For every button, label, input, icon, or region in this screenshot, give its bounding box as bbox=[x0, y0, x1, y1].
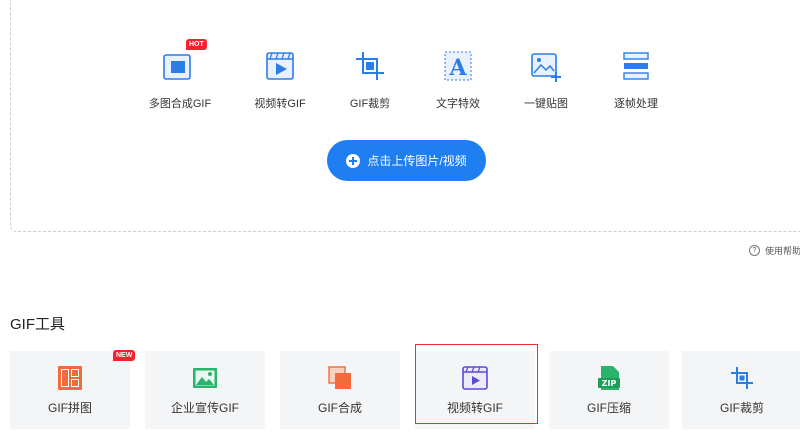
text-effect-icon: A bbox=[438, 46, 478, 86]
feature-frame-by-frame[interactable]: 逐帧处理 bbox=[596, 46, 676, 111]
tool-card-video-to-gif[interactable]: 视频转GIF bbox=[415, 351, 535, 429]
upload-button-label: 点击上传图片/视频 bbox=[367, 154, 467, 168]
feature-multi-image-gif[interactable]: HOT 多图合成GIF bbox=[140, 39, 220, 111]
tool-card-label: 视频转GIF bbox=[447, 401, 503, 415]
tool-card-gif-collage[interactable]: GIF拼图 bbox=[10, 351, 130, 429]
crop-icon bbox=[350, 46, 390, 86]
feature-text-effect[interactable]: A 文字特效 bbox=[418, 46, 498, 111]
layers-merge-icon bbox=[326, 364, 354, 392]
crop-icon bbox=[728, 364, 756, 392]
tool-card-label: GIF裁剪 bbox=[720, 401, 764, 415]
video-to-gif-icon bbox=[461, 364, 489, 392]
feature-label: 多图合成GIF bbox=[148, 98, 212, 110]
landscape-image-icon bbox=[191, 364, 219, 392]
feature-label: 逐帧处理 bbox=[614, 98, 658, 110]
section-title: GIF工具 bbox=[10, 316, 65, 333]
sticker-icon bbox=[526, 46, 566, 86]
zip-file-icon: ZIP bbox=[595, 364, 623, 392]
tool-card-gif-compress[interactable]: ZIP GIF压缩 bbox=[549, 351, 669, 429]
hot-badge: HOT bbox=[186, 39, 207, 50]
upload-button[interactable]: 点击上传图片/视频 bbox=[327, 140, 486, 181]
tool-card-label: GIF合成 bbox=[318, 401, 362, 415]
tool-card-label: GIF拼图 bbox=[48, 401, 92, 415]
tool-card-label: 企业宣传GIF bbox=[171, 401, 239, 415]
upload-zone[interactable] bbox=[10, 0, 800, 232]
tool-card-label: GIF压缩 bbox=[587, 401, 631, 415]
new-badge: NEW bbox=[113, 350, 136, 361]
feature-label: 视频转GIF bbox=[254, 98, 306, 110]
help-label: 使用帮助 bbox=[765, 246, 800, 256]
plus-circle-icon bbox=[346, 153, 361, 168]
help-link[interactable]: ? 使用帮助 bbox=[749, 244, 800, 257]
question-circle-icon: ? bbox=[749, 245, 760, 256]
feature-label: 文字特效 bbox=[436, 98, 480, 110]
feature-label: GIF裁剪 bbox=[349, 98, 391, 110]
feature-label: 一键贴图 bbox=[524, 98, 568, 110]
feature-gif-crop[interactable]: GIF裁剪 bbox=[330, 46, 410, 111]
feature-video-to-gif[interactable]: 视频转GIF bbox=[240, 46, 320, 111]
frame-by-frame-icon bbox=[616, 46, 656, 86]
video-to-gif-icon bbox=[260, 46, 300, 86]
tool-card-corporate-gif[interactable]: 企业宣传GIF bbox=[145, 351, 265, 429]
feature-one-click-sticker[interactable]: 一键贴图 bbox=[506, 46, 586, 111]
grid-collage-icon bbox=[56, 364, 84, 392]
svg-text:A: A bbox=[448, 55, 467, 81]
multi-image-merge-icon: HOT bbox=[160, 39, 207, 86]
tool-card-gif-merge[interactable]: GIF合成 bbox=[280, 351, 400, 429]
svg-text:ZIP: ZIP bbox=[602, 379, 617, 388]
tool-card-gif-crop[interactable]: GIF裁剪 bbox=[682, 351, 800, 429]
